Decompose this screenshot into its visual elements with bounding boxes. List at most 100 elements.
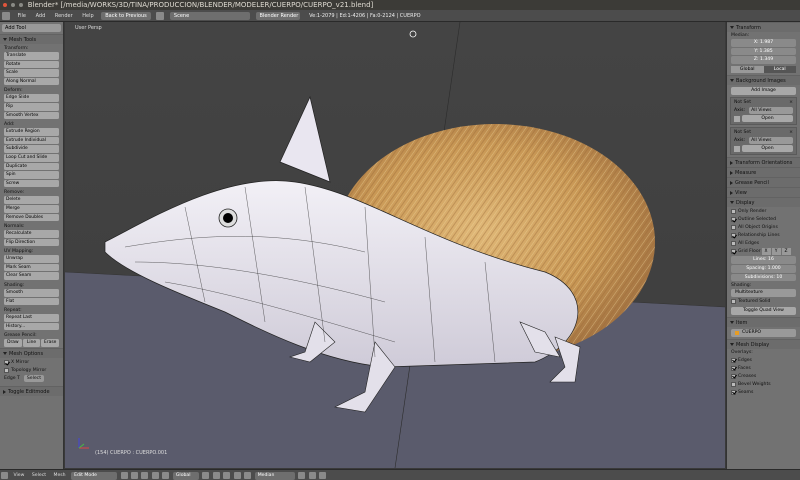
recalculate-button[interactable]: Recalculate — [4, 230, 59, 238]
rotate-manipulator-icon[interactable] — [162, 472, 170, 479]
render-preview-icon[interactable] — [319, 472, 327, 479]
editor-type-icon[interactable] — [2, 12, 10, 20]
menu-file[interactable]: File — [14, 10, 30, 21]
edge-select-dropdown[interactable]: Select — [23, 375, 44, 383]
history-button[interactable]: History... — [4, 322, 59, 331]
translate-button[interactable]: Translate — [4, 52, 59, 60]
outline-selected-checkbox[interactable]: Outline Selected — [731, 216, 796, 223]
edge-select-icon[interactable] — [212, 472, 220, 479]
local-button[interactable]: Local — [763, 65, 796, 74]
open-image-button[interactable]: Open — [742, 145, 793, 153]
toggle-quad-view-button[interactable]: Toggle Quad View — [731, 306, 796, 315]
repeat-last-button[interactable]: Repeat Last — [4, 314, 59, 322]
along-normal-button[interactable]: Along Normal — [4, 77, 59, 86]
shading-dropdown[interactable]: Multitexture — [731, 289, 796, 297]
menu-help[interactable]: Help — [78, 10, 97, 21]
snap-icon[interactable] — [298, 472, 306, 479]
clear-seam-button[interactable]: Clear Seam — [4, 272, 59, 281]
extrude-individual-button[interactable]: Extrude Individual — [4, 136, 59, 145]
overlay-edges-checkbox[interactable]: Edges — [731, 357, 796, 364]
rotate-button[interactable]: Rotate — [4, 60, 59, 69]
grid-subdivisions-field[interactable]: Subdivisions: 10 — [731, 273, 796, 282]
proportional-falloff-select[interactable]: Median — [254, 471, 295, 480]
occlude-geometry-icon[interactable] — [233, 472, 241, 479]
merge-button[interactable]: Merge — [4, 204, 59, 213]
median-y-field[interactable]: Y: 1.385 — [731, 47, 796, 56]
manipulator-icon[interactable] — [141, 472, 149, 479]
global-button[interactable]: Global — [731, 65, 764, 74]
add-tool-dropdown[interactable]: Add Tool — [2, 24, 61, 32]
item-name-field[interactable]: CUERPO — [731, 328, 796, 337]
open-image-button[interactable]: Open — [742, 115, 793, 123]
only-render-checkbox[interactable]: Only Render — [731, 208, 796, 215]
x-mirror-checkbox[interactable]: X Mirror — [4, 359, 59, 366]
maximize-window-icon[interactable] — [19, 3, 24, 7]
scale-button[interactable]: Scale — [4, 69, 59, 77]
display-header[interactable]: Display — [727, 197, 800, 208]
grid-spacing-field[interactable]: Spacing: 1.000 — [731, 264, 796, 273]
axis-dropdown[interactable]: All Views — [749, 137, 793, 145]
all-object-origins-checkbox[interactable]: All Object Origins — [731, 224, 796, 231]
grid-lines-field[interactable]: Lines: 16 — [731, 256, 796, 264]
erase-button[interactable]: Erase — [41, 339, 60, 348]
remove-image-icon[interactable]: × — [789, 100, 793, 105]
rip-button[interactable]: Rip — [4, 102, 59, 111]
topology-mirror-checkbox[interactable]: Topology Mirror — [4, 367, 59, 374]
pivot-point-icon[interactable] — [131, 472, 138, 479]
transform-panel-header[interactable]: Transform — [727, 22, 800, 32]
scene-selector[interactable]: Scene — [169, 12, 250, 20]
smooth-vertex-button[interactable]: Smooth Vertex — [4, 111, 59, 120]
mark-seam-button[interactable]: Mark Seam — [4, 263, 59, 272]
edge-slide-button[interactable]: Edge Slide — [4, 94, 59, 102]
render-engine-select[interactable]: Blender Render — [255, 12, 300, 20]
median-z-field[interactable]: Z: 1.349 — [731, 56, 796, 64]
vertex-select-icon[interactable] — [202, 472, 210, 479]
item-header[interactable]: Item — [727, 316, 800, 327]
grid-x-toggle[interactable]: X — [761, 248, 771, 256]
proportional-edit-icon[interactable] — [244, 472, 252, 479]
overlay-seams-checkbox[interactable]: Seams — [731, 389, 796, 396]
remove-doubles-button[interactable]: Remove Doubles — [4, 213, 59, 222]
overlay-faces-checkbox[interactable]: Faces — [731, 365, 796, 372]
mesh-options-panel-header[interactable]: Mesh Options — [0, 348, 63, 359]
textured-solid-checkbox[interactable]: Textured Solid — [731, 298, 796, 305]
face-select-icon[interactable] — [223, 472, 231, 479]
menu-add[interactable]: Add — [32, 10, 50, 21]
view-header[interactable]: View — [727, 187, 800, 198]
transform-orientations-header[interactable]: Transform Orientations — [727, 157, 800, 168]
overlay-creases-checkbox[interactable]: Creases — [731, 373, 796, 380]
orientation-select[interactable]: Global — [172, 471, 199, 480]
flip-direction-button[interactable]: Flip Direction — [4, 238, 59, 247]
snap-target-icon[interactable] — [308, 472, 316, 479]
grid-z-toggle[interactable]: Z — [781, 248, 791, 256]
grid-floor-checkbox[interactable]: Grid Floor — [731, 248, 761, 255]
draw-button[interactable]: Draw — [4, 339, 22, 348]
close-window-icon[interactable] — [3, 3, 7, 7]
subdivide-button[interactable]: Subdivide — [4, 145, 59, 153]
unwrap-button[interactable]: Unwrap — [4, 255, 59, 263]
mesh-display-header[interactable]: Mesh Display — [727, 338, 800, 349]
menu-render[interactable]: Render — [51, 10, 77, 21]
measure-header[interactable]: Measure — [727, 167, 800, 178]
toggle-editmode-panel-header[interactable]: Toggle Editmode — [0, 386, 63, 397]
back-to-previous-button[interactable]: Back to Previous — [101, 12, 151, 20]
3d-cursor[interactable] — [409, 30, 417, 38]
median-x-field[interactable]: X: 1.987 — [731, 39, 796, 47]
menu-view[interactable]: View — [10, 470, 27, 480]
flat-button[interactable]: Flat — [4, 297, 59, 306]
translate-manipulator-icon[interactable] — [151, 472, 159, 479]
smooth-button[interactable]: Smooth — [4, 289, 59, 297]
add-image-button[interactable]: Add Image — [731, 87, 796, 96]
minimize-window-icon[interactable] — [11, 3, 16, 7]
line-button[interactable]: Line — [22, 339, 41, 348]
axis-dropdown[interactable]: All Views — [749, 107, 793, 115]
grid-y-toggle[interactable]: Y — [771, 248, 781, 256]
mesh-tools-panel-header[interactable]: Mesh Tools — [0, 34, 63, 44]
spin-button[interactable]: Spin — [4, 171, 59, 179]
delete-button[interactable]: Delete — [4, 196, 59, 204]
menu-mesh[interactable]: Mesh — [50, 470, 68, 480]
loop-cut-button[interactable]: Loop Cut and Slide — [4, 153, 59, 162]
remove-image-icon[interactable]: × — [789, 130, 793, 135]
overlay-bevel-weights-checkbox[interactable]: Bevel Weights — [731, 381, 796, 388]
editor-type-icon[interactable] — [1, 472, 8, 479]
